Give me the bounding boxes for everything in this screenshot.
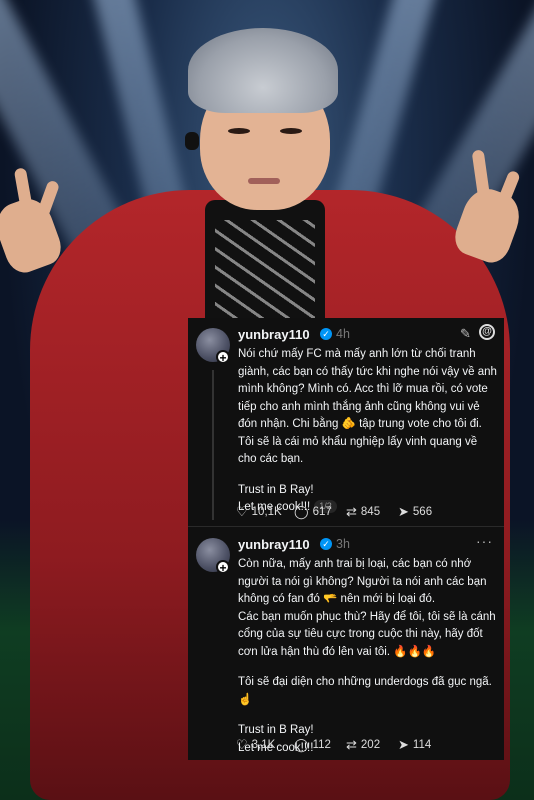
like-count: 10,1K bbox=[251, 506, 282, 518]
username[interactable]: yunbray110 bbox=[238, 327, 310, 342]
mouth bbox=[248, 178, 280, 184]
repost-count: 845 bbox=[360, 506, 381, 518]
thread-post: + yunbray110 ✓ 4h ✎ @ Nói chứ mấy FC mà … bbox=[188, 318, 504, 526]
silver-hair bbox=[188, 28, 338, 113]
repost-count: 202 bbox=[360, 739, 381, 751]
comment-count: 617 bbox=[312, 506, 332, 518]
follow-plus-icon[interactable]: + bbox=[216, 560, 230, 575]
more-icon[interactable]: ··· bbox=[476, 533, 493, 549]
verified-badge-icon: ✓ bbox=[320, 538, 332, 550]
follow-plus-icon[interactable]: + bbox=[216, 350, 230, 365]
share-count: 566 bbox=[412, 506, 433, 518]
post-body: Nói chứ mấy FC mà mấy anh lớn từ chối tr… bbox=[238, 346, 498, 517]
threads-card: + yunbray110 ✓ 4h ✎ @ Nói chứ mấy FC mà … bbox=[188, 318, 504, 760]
verified-badge-icon: ✓ bbox=[320, 328, 332, 340]
thread-post: + yunbray110 ✓ 3h ··· Còn nữa, mấy anh t… bbox=[188, 528, 504, 760]
like-button[interactable]: ♡ 10,1K bbox=[236, 504, 282, 520]
share-button[interactable]: ➤ 566 bbox=[398, 504, 432, 520]
heart-icon: ♡ bbox=[236, 504, 248, 519]
share-count: 114 bbox=[412, 739, 432, 751]
post-text: Tôi sẽ đại diện cho những underdogs đã g… bbox=[238, 676, 492, 706]
threads-logo-icon: @ bbox=[479, 324, 495, 340]
post-text: Nói chứ mấy FC mà mấy anh lớn từ chối tr… bbox=[238, 348, 497, 465]
comment-button[interactable]: ◯ 112 bbox=[294, 737, 331, 753]
like-count: 3,1K bbox=[251, 739, 276, 751]
post-text: Các bạn muốn phục thù? Hãy để tôi, tôi s… bbox=[238, 610, 496, 658]
comment-count: 112 bbox=[312, 739, 331, 751]
thread-connector-line bbox=[212, 370, 214, 520]
pencil-icon[interactable]: ✎ bbox=[460, 326, 471, 342]
share-icon: ➤ bbox=[398, 737, 409, 752]
repost-button[interactable]: ⇄ 845 bbox=[346, 504, 380, 520]
left-eye bbox=[228, 128, 250, 134]
comment-icon: ◯ bbox=[294, 504, 309, 519]
post-time: 4h bbox=[336, 327, 350, 341]
share-button[interactable]: ➤ 114 bbox=[398, 737, 431, 753]
post-divider bbox=[188, 526, 504, 527]
post-time: 3h bbox=[336, 537, 350, 551]
like-button[interactable]: ♡ 3,1K bbox=[236, 737, 275, 753]
share-icon: ➤ bbox=[398, 504, 409, 519]
action-bar: ♡ 3,1K ◯ 112 ⇄ 202 ➤ 114 bbox=[236, 737, 496, 755]
comment-icon: ◯ bbox=[294, 737, 309, 752]
post-body: Còn nữa, mấy anh trai bị loại, các bạn c… bbox=[238, 556, 498, 757]
username[interactable]: yunbray110 bbox=[238, 537, 310, 552]
post-text: Còn nữa, mấy anh trai bị loại, các bạn c… bbox=[238, 558, 487, 605]
comment-button[interactable]: ◯ 617 bbox=[294, 504, 332, 520]
heart-icon: ♡ bbox=[236, 737, 248, 752]
post-text: Trust in B Ray! bbox=[238, 483, 314, 496]
repost-button[interactable]: ⇄ 202 bbox=[346, 737, 380, 753]
in-ear-monitor bbox=[185, 132, 199, 150]
right-eye bbox=[280, 128, 302, 134]
repost-icon: ⇄ bbox=[346, 504, 357, 519]
repost-icon: ⇄ bbox=[346, 737, 357, 752]
action-bar: ♡ 10,1K ◯ 617 ⇄ 845 ➤ 566 bbox=[236, 504, 496, 522]
